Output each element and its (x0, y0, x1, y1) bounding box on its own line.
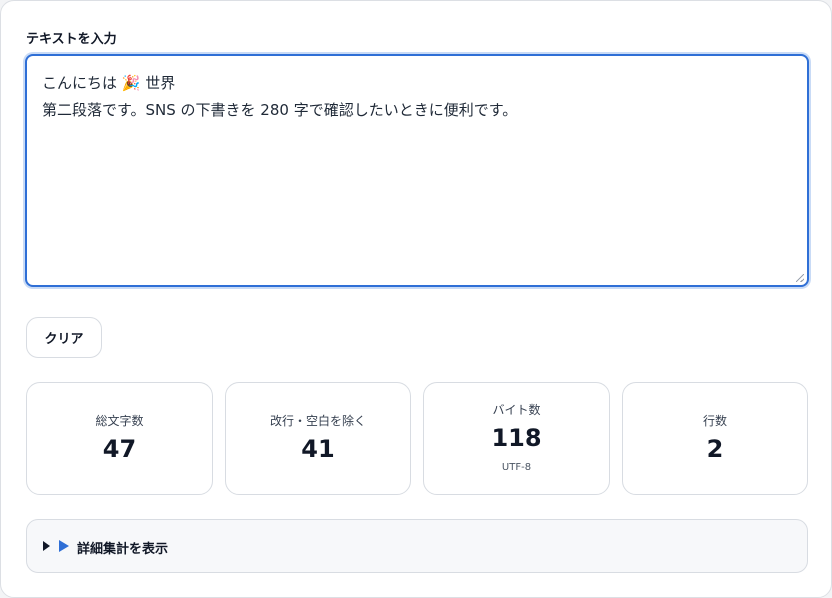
play-triangle-icon (59, 540, 69, 552)
resize-grip-icon[interactable] (796, 274, 804, 282)
disclosure-triangle-icon (43, 541, 50, 551)
input-label: テキストを入力 (26, 32, 117, 47)
stat-value: 2 (706, 435, 724, 463)
text-input-line-1: こんにちは 🎉 世界 (42, 74, 176, 92)
details-summary-label: 詳細集計を表示 (77, 542, 169, 557)
stat-value: 118 (491, 424, 542, 452)
text-input[interactable]: こんにちは 🎉 世界第二段落です。SNS の下書きを 280 字で確認したいとき… (25, 54, 809, 287)
stat-value: 41 (301, 435, 335, 463)
stat-card-total-chars: 総文字数 47 (26, 382, 213, 495)
stat-card-lines: 行数 2 (622, 382, 808, 495)
clear-button[interactable]: クリア (26, 317, 102, 358)
counter-card: テキストを入力 こんにちは 🎉 世界第二段落です。SNS の下書きを 280 字… (0, 0, 832, 598)
stat-label: バイト数 (492, 403, 541, 417)
stat-label: 改行・空白を除く (269, 414, 366, 428)
stat-sub-encoding: UTF-8 (501, 462, 532, 473)
stat-card-non-whitespace: 改行・空白を除く 41 (225, 382, 411, 495)
details-toggle[interactable]: 詳細集計を表示 (26, 519, 808, 573)
stat-label: 総文字数 (95, 414, 144, 428)
stat-label: 行数 (702, 414, 727, 428)
stat-value: 47 (102, 435, 137, 463)
text-input-line-2: 第二段落です。SNS の下書きを 280 字で確認したいときに便利です。 (42, 101, 518, 119)
stat-card-bytes: バイト数 118 UTF-8 (423, 382, 610, 495)
